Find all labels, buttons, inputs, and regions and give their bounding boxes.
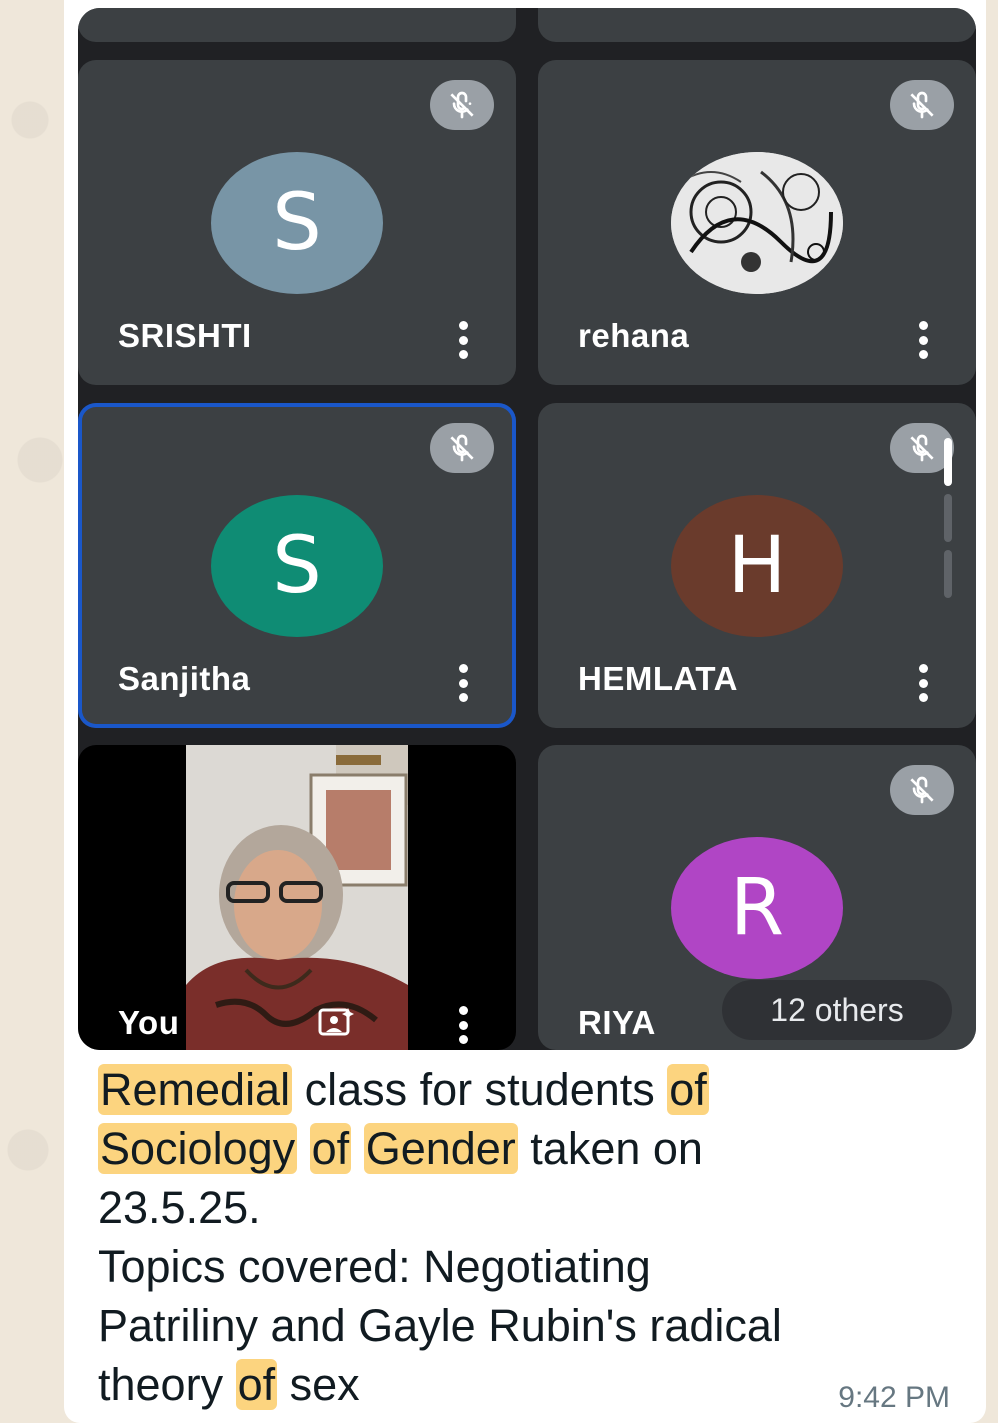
participant-name: rehana [578, 317, 690, 354]
mic-off-icon [890, 765, 954, 815]
caption-text: class for students [292, 1064, 668, 1115]
search-highlight: Sociology [98, 1123, 298, 1174]
avatar-initial: H [727, 521, 787, 611]
avatar-photo [671, 152, 843, 294]
participant-tile-sanjitha[interactable]: S Sanjitha [78, 403, 516, 728]
avatar: S [211, 495, 383, 637]
more-options-icon[interactable] [458, 1006, 468, 1044]
more-options-icon[interactable] [458, 664, 468, 702]
avatar: H [671, 495, 843, 637]
more-options-icon[interactable] [918, 321, 928, 359]
caption-line: Patriliny and Gayle Rubin's radical [98, 1300, 782, 1351]
avatar: R [671, 837, 843, 979]
more-options-icon[interactable] [458, 321, 468, 359]
caption-line: 23.5.25. [98, 1182, 261, 1233]
participant-tile-riya[interactable]: R RIYA 12 others [538, 745, 976, 1050]
mic-off-icon [430, 80, 494, 130]
search-highlight: of [667, 1064, 709, 1115]
caption-text: sex [277, 1359, 360, 1410]
search-highlight: Gender [363, 1123, 518, 1174]
more-options-icon[interactable] [918, 664, 928, 702]
avatar: S [211, 152, 383, 294]
camera-effects-icon[interactable] [318, 1006, 354, 1038]
others-button[interactable]: 12 others [722, 980, 952, 1040]
message-caption: Remedial class for students of Sociology… [98, 1060, 968, 1414]
participant-tile-rehana[interactable]: rehana [538, 60, 976, 385]
caption-text [297, 1123, 310, 1174]
mic-off-icon [890, 80, 954, 130]
message-timestamp: 9:42 PM [838, 1381, 950, 1414]
participant-name: SRISHTI [118, 317, 252, 354]
caption-text: theory [98, 1359, 236, 1410]
participant-tile-srishti[interactable]: S SRISHTI [78, 60, 516, 385]
caption-text: taken on [517, 1123, 703, 1174]
tile-scrollbar[interactable] [944, 438, 952, 606]
avatar-initial: S [272, 178, 322, 268]
participant-name: RIYA [578, 1004, 656, 1041]
participant-tile-self[interactable]: You [78, 745, 516, 1050]
caption-line: Topics covered: Negotiating [98, 1241, 651, 1292]
meeting-screenshot-image[interactable]: S SRISHTI rehana S Sanjitha H HEMLATA Yo… [78, 8, 976, 1050]
caption-line: Remedial class for students of [98, 1060, 968, 1119]
mic-off-icon [430, 423, 494, 473]
search-highlight: of [309, 1123, 352, 1174]
search-highlight: Remedial [98, 1064, 293, 1115]
caption-text [351, 1123, 364, 1174]
self-video-feed [186, 745, 408, 1050]
participant-tile-partial [78, 8, 516, 42]
participant-name: HEMLATA [578, 660, 738, 697]
search-highlight: of [235, 1359, 278, 1410]
caption-line: Sociology of Gender taken on [98, 1119, 968, 1178]
others-label: 12 others [770, 991, 904, 1028]
participant-name: Sanjitha [118, 660, 251, 697]
avatar-initial: S [272, 521, 322, 611]
avatar-initial: R [729, 863, 785, 953]
participant-tile-hemlata[interactable]: H HEMLATA [538, 403, 976, 728]
participant-tile-partial [538, 8, 976, 42]
participant-name: You [118, 1004, 180, 1041]
